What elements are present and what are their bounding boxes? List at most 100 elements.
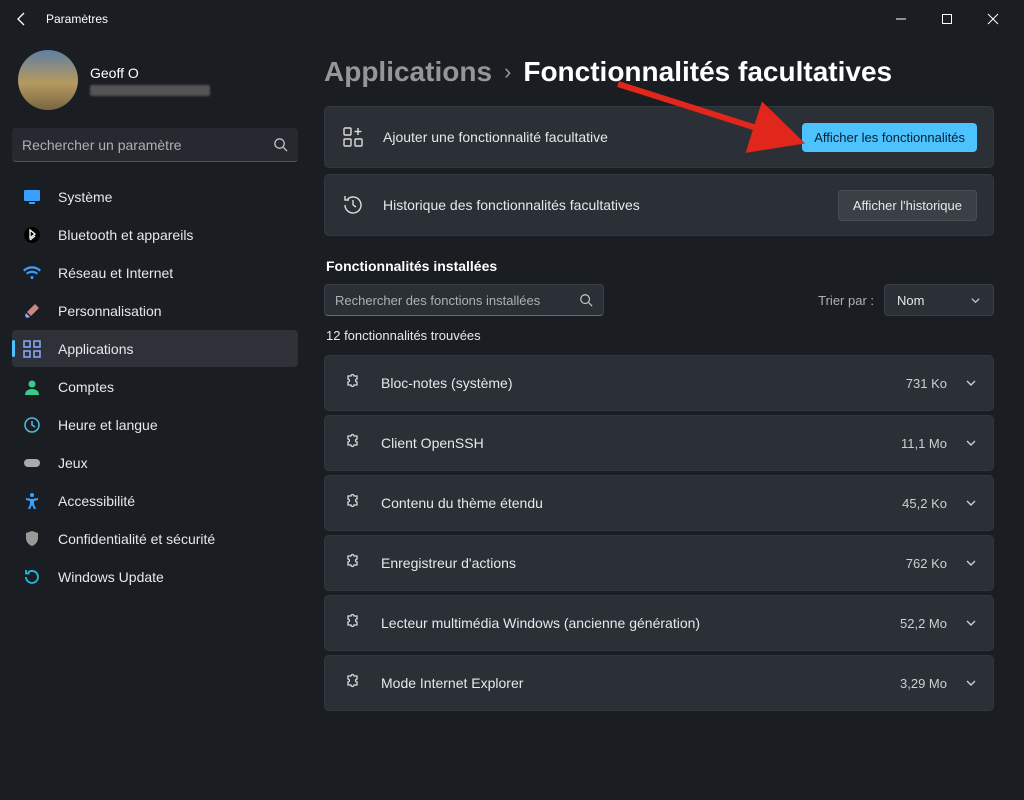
feature-size: 3,29 Mo: [900, 676, 947, 691]
chevron-down-icon: [965, 557, 977, 569]
page-title: Fonctionnalités facultatives: [523, 56, 892, 88]
sort-label: Trier par :: [818, 293, 874, 308]
puzzle-icon: [341, 552, 363, 574]
show-features-button[interactable]: Afficher les fonctionnalités: [802, 123, 977, 152]
window-close[interactable]: [970, 3, 1016, 35]
installed-search[interactable]: Rechercher des fonctions installées: [324, 284, 604, 316]
bluetooth-icon: [22, 225, 42, 245]
feature-row[interactable]: Client OpenSSH11,1 Mo: [324, 415, 994, 471]
sidebar-item-label: Accessibilité: [58, 493, 135, 509]
update-icon: [22, 567, 42, 587]
window-minimize[interactable]: [878, 3, 924, 35]
shield-icon: [22, 529, 42, 549]
sidebar-nav: Système Bluetooth et appareils Réseau et I…: [12, 178, 298, 595]
feature-row[interactable]: Mode Internet Explorer3,29 Mo: [324, 655, 994, 711]
sidebar-item-label: Comptes: [58, 379, 114, 395]
sidebar-item-label: Applications: [58, 341, 134, 357]
installed-search-placeholder: Rechercher des fonctions installées: [335, 293, 579, 308]
sidebar-item-display[interactable]: Système: [12, 178, 298, 215]
profile-block[interactable]: Geoff O: [12, 38, 298, 128]
breadcrumb: Applications › Fonctionnalités facultati…: [324, 56, 994, 88]
sidebar-item-bluetooth[interactable]: Bluetooth et appareils: [12, 216, 298, 253]
wifi-icon: [22, 263, 42, 283]
feature-size: 762 Ko: [906, 556, 947, 571]
chevron-down-icon: [965, 677, 977, 689]
installed-list: Bloc-notes (système)731 KoClient OpenSSH…: [324, 355, 994, 711]
feature-row[interactable]: Contenu du thème étendu45,2 Ko: [324, 475, 994, 531]
brush-icon: [22, 301, 42, 321]
sidebar-item-label: Windows Update: [58, 569, 164, 585]
sidebar-search[interactable]: Rechercher un paramètre: [12, 128, 298, 162]
chevron-down-icon: [970, 295, 981, 306]
profile-name: Geoff O: [90, 65, 210, 81]
sort-dropdown[interactable]: Nom: [884, 284, 994, 316]
sidebar-item-label: Jeux: [58, 455, 88, 471]
feature-name: Enregistreur d'actions: [381, 555, 906, 571]
avatar: [18, 50, 78, 110]
chevron-down-icon: [965, 617, 977, 629]
display-icon: [22, 187, 42, 207]
chevron-down-icon: [965, 377, 977, 389]
main-pane: Applications › Fonctionnalités facultati…: [310, 38, 1024, 800]
search-icon: [273, 137, 288, 152]
gamepad-icon: [22, 453, 42, 473]
sidebar-item-label: Heure et langue: [58, 417, 158, 433]
sidebar-item-accessibility[interactable]: Accessibilité: [12, 482, 298, 519]
chevron-down-icon: [965, 497, 977, 509]
feature-name: Lecteur multimédia Windows (ancienne gén…: [381, 615, 900, 631]
history-label: Historique des fonctionnalités facultati…: [383, 197, 838, 213]
add-feature-card: Ajouter une fonctionnalité facultative A…: [324, 106, 994, 168]
sidebar-item-label: Réseau et Internet: [58, 265, 173, 281]
show-history-button[interactable]: Afficher l'historique: [838, 190, 977, 221]
sidebar-item-label: Système: [58, 189, 112, 205]
titlebar: Paramètres: [0, 0, 1024, 38]
puzzle-icon: [341, 672, 363, 694]
sidebar-item-brush[interactable]: Personnalisation: [12, 292, 298, 329]
sort-value: Nom: [897, 293, 924, 308]
sidebar-item-label: Personnalisation: [58, 303, 162, 319]
feature-size: 11,1 Mo: [901, 436, 947, 451]
chevron-down-icon: [965, 437, 977, 449]
feature-size: 731 Ko: [906, 376, 947, 391]
feature-row[interactable]: Bloc-notes (système)731 Ko: [324, 355, 994, 411]
sidebar-item-clock[interactable]: Heure et langue: [12, 406, 298, 443]
installed-heading: Fonctionnalités installées: [326, 258, 994, 274]
feature-size: 52,2 Mo: [900, 616, 947, 631]
sidebar-item-label: Bluetooth et appareils: [58, 227, 193, 243]
installed-count: 12 fonctionnalités trouvées: [326, 328, 994, 343]
accessibility-icon: [22, 491, 42, 511]
search-icon: [579, 293, 593, 307]
sidebar-item-person[interactable]: Comptes: [12, 368, 298, 405]
feature-row[interactable]: Lecteur multimédia Windows (ancienne gén…: [324, 595, 994, 651]
feature-name: Contenu du thème étendu: [381, 495, 902, 511]
clock-icon: [22, 415, 42, 435]
window-title: Paramètres: [46, 12, 108, 26]
feature-name: Bloc-notes (système): [381, 375, 906, 391]
puzzle-icon: [341, 612, 363, 634]
feature-row[interactable]: Enregistreur d'actions762 Ko: [324, 535, 994, 591]
add-feature-icon: [341, 125, 365, 149]
chevron-right-icon: ›: [504, 59, 511, 85]
feature-size: 45,2 Ko: [902, 496, 947, 511]
add-feature-label: Ajouter une fonctionnalité facultative: [383, 129, 802, 145]
apps-icon: [22, 339, 42, 359]
history-card: Historique des fonctionnalités facultati…: [324, 174, 994, 236]
feature-name: Client OpenSSH: [381, 435, 901, 451]
puzzle-icon: [341, 492, 363, 514]
window-maximize[interactable]: [924, 3, 970, 35]
history-icon: [341, 193, 365, 217]
person-icon: [22, 377, 42, 397]
sidebar-item-label: Confidentialité et sécurité: [58, 531, 215, 547]
sidebar-item-shield[interactable]: Confidentialité et sécurité: [12, 520, 298, 557]
sidebar: Geoff O Rechercher un paramètre Système B…: [0, 38, 310, 800]
sidebar-item-update[interactable]: Windows Update: [12, 558, 298, 595]
puzzle-icon: [341, 372, 363, 394]
breadcrumb-level1[interactable]: Applications: [324, 56, 492, 88]
sidebar-item-gamepad[interactable]: Jeux: [12, 444, 298, 481]
sidebar-search-placeholder: Rechercher un paramètre: [22, 137, 273, 153]
back-button[interactable]: [8, 5, 36, 33]
profile-email-redacted: [90, 85, 210, 96]
feature-name: Mode Internet Explorer: [381, 675, 900, 691]
sidebar-item-wifi[interactable]: Réseau et Internet: [12, 254, 298, 291]
sidebar-item-apps[interactable]: Applications: [12, 330, 298, 367]
